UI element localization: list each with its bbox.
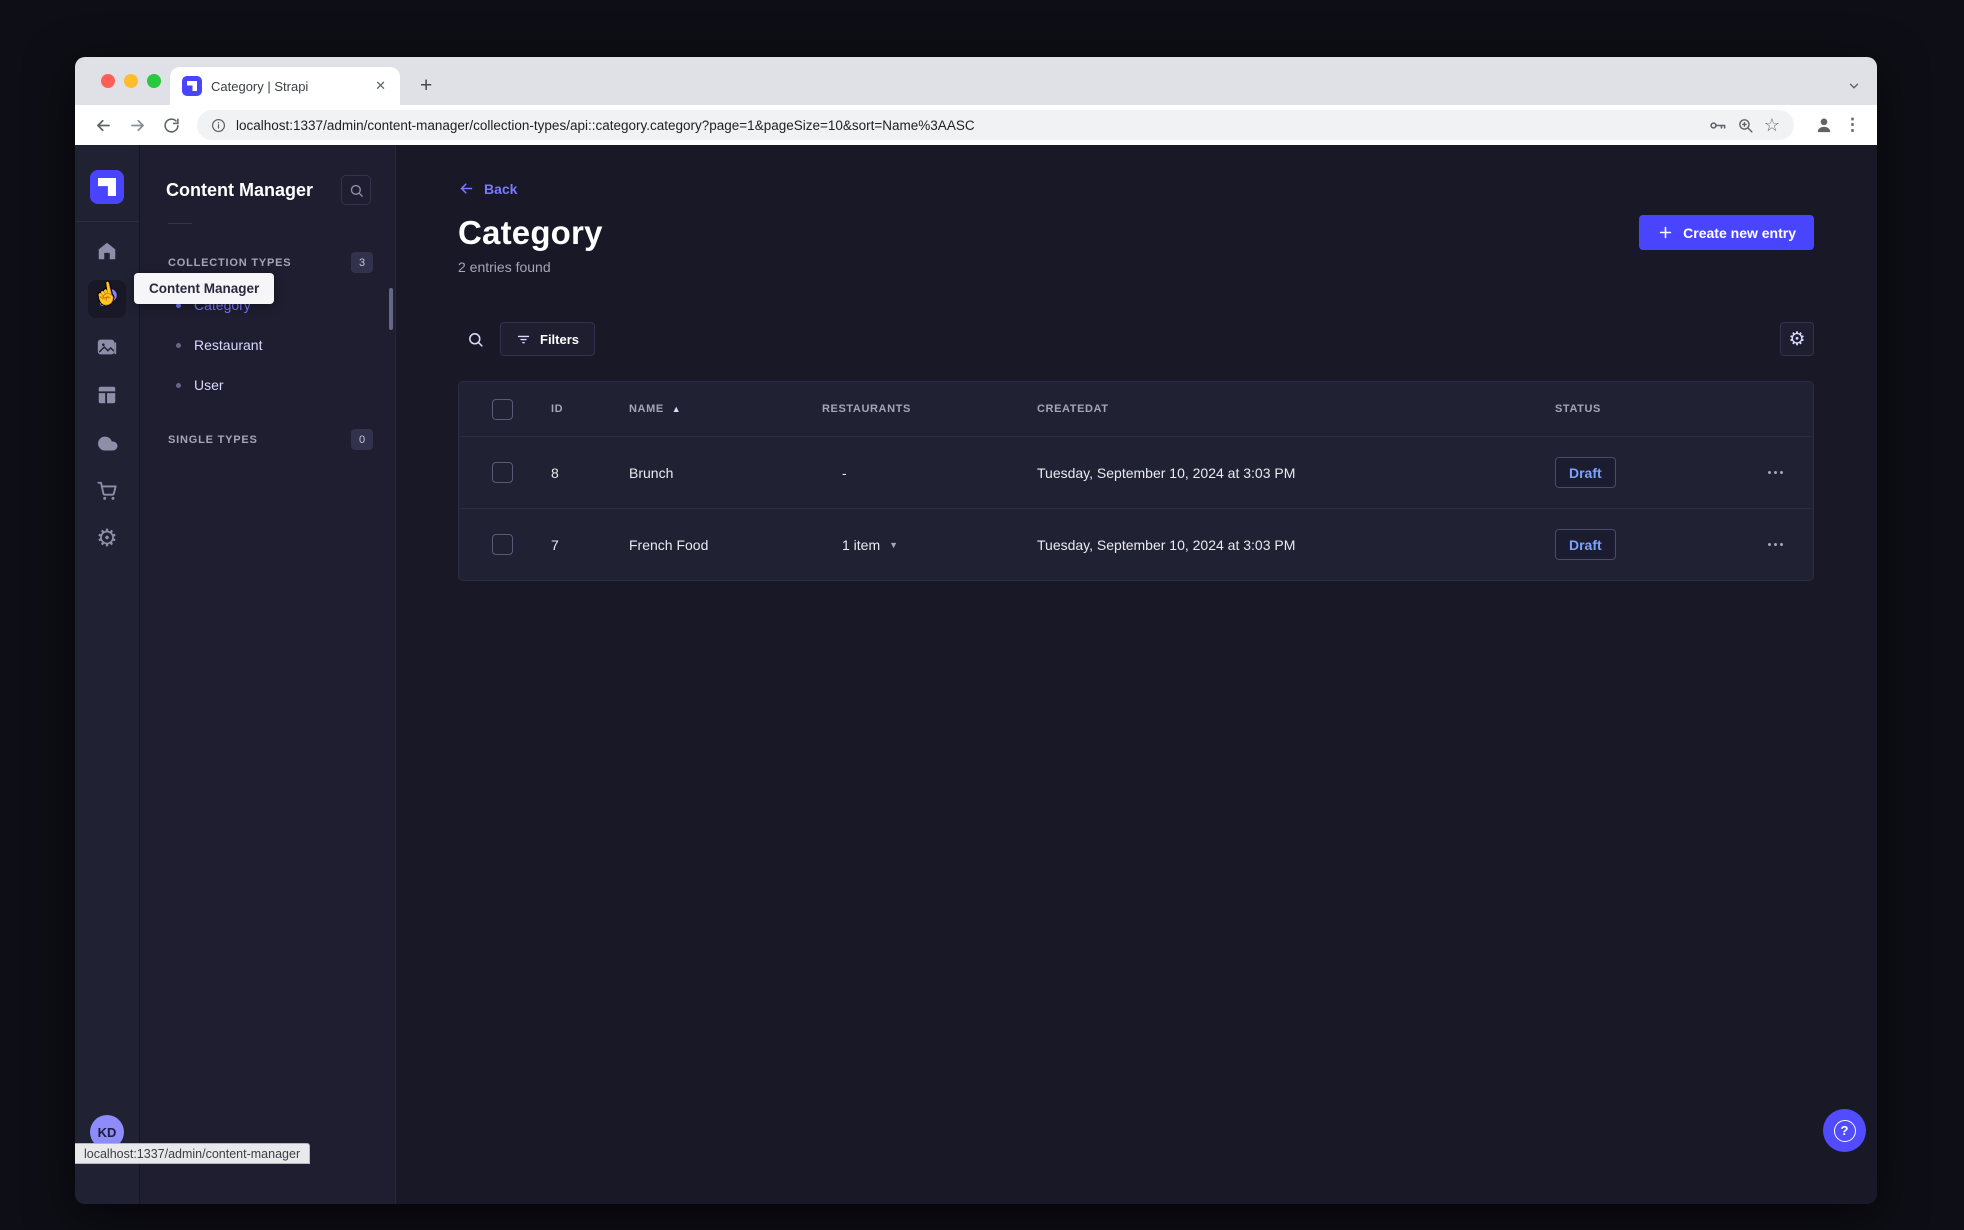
subnav-scrollbar[interactable] <box>389 288 393 330</box>
status-badge: Draft <box>1555 457 1616 488</box>
nav-home-icon[interactable] <box>88 232 126 270</box>
gear-icon: ⚙ <box>1788 328 1806 350</box>
row-checkbox[interactable] <box>492 462 513 483</box>
bullet-icon <box>176 382 181 388</box>
col-name[interactable]: NAME ▲ <box>629 403 822 415</box>
question-icon: ? <box>1833 1119 1856 1142</box>
filter-bar: Filters ⚙ <box>458 322 1814 356</box>
tab-title: Category | Strapi <box>211 78 309 94</box>
password-key-icon[interactable] <box>1708 116 1727 135</box>
table-row[interactable]: 7 French Food 1 item ▼ Tuesday, Septembe… <box>459 508 1813 580</box>
strapi-logo <box>90 170 124 204</box>
nav-marketplace-icon[interactable] <box>88 472 126 510</box>
browser-tab[interactable]: Category | Strapi ✕ <box>170 67 400 105</box>
bookmark-star-icon[interactable]: ☆ <box>1764 116 1780 134</box>
nav-settings-icon[interactable]: ⚙ <box>88 520 126 558</box>
nav-media-library-icon[interactable] <box>88 328 126 366</box>
back-label: Back <box>484 180 518 197</box>
zoom-magnifier-icon[interactable] <box>1737 117 1754 134</box>
strapi-admin: ⚙ KD Content Manager COLLECTION TYPES 3 … <box>75 145 1877 1204</box>
bullet-icon <box>176 342 181 348</box>
site-info-icon[interactable] <box>211 118 226 133</box>
back-link[interactable]: Back <box>458 180 517 197</box>
nav-cloud-icon[interactable] <box>88 424 126 462</box>
content-manager-tooltip: Content Manager <box>134 273 275 304</box>
window-zoom-button[interactable] <box>147 74 161 88</box>
traffic-lights <box>101 74 161 88</box>
tab-close-icon[interactable]: ✕ <box>371 76 390 96</box>
subnav-item-restaurant[interactable]: Restaurant <box>140 325 395 365</box>
url-text[interactable]: localhost:1337/admin/content-manager/col… <box>236 118 1698 133</box>
rail-divider <box>75 221 139 222</box>
row-actions-menu-icon[interactable] <box>1738 543 1813 546</box>
row-checkbox[interactable] <box>492 534 513 555</box>
table-search-icon[interactable] <box>458 322 492 356</box>
help-button[interactable]: ? <box>1823 1109 1866 1152</box>
col-status[interactable]: STATUS <box>1555 403 1738 415</box>
col-id[interactable]: ID <box>551 403 629 415</box>
collection-types-label: COLLECTION TYPES <box>168 256 292 269</box>
sort-ascending-icon: ▲ <box>671 404 682 414</box>
create-new-entry-button[interactable]: Create new entry <box>1639 215 1814 250</box>
col-createdat[interactable]: CREATEDAT <box>1037 403 1555 415</box>
link-status-bubble: localhost:1337/admin/content-manager <box>75 1143 311 1164</box>
strapi-favicon-icon <box>182 76 202 96</box>
single-types-label: SINGLE TYPES <box>168 433 258 446</box>
tab-strip: Category | Strapi ✕ + <box>75 57 1877 105</box>
table-header-row: ID NAME ▲ RESTAURANTS CREATEDAT STATUS <box>459 382 1813 436</box>
tab-search-chevron-icon[interactable] <box>1847 79 1861 93</box>
browser-window: Category | Strapi ✕ + localhost:1337/adm… <box>75 57 1877 1204</box>
browser-menu-icon[interactable]: ⋮ <box>1844 115 1861 135</box>
col-restaurants[interactable]: RESTAURANTS <box>822 403 1037 415</box>
forward-nav-icon[interactable] <box>123 111 151 139</box>
window-close-button[interactable] <box>101 74 115 88</box>
url-bar[interactable]: localhost:1337/admin/content-manager/col… <box>197 110 1794 140</box>
status-badge: Draft <box>1555 529 1616 560</box>
window-minimize-button[interactable] <box>124 74 138 88</box>
entries-count: 2 entries found <box>458 259 551 275</box>
row-actions-menu-icon[interactable] <box>1738 471 1813 474</box>
reload-icon[interactable] <box>157 111 185 139</box>
entries-table: ID NAME ▲ RESTAURANTS CREATEDAT STATUS 8… <box>458 381 1814 581</box>
nav-content-type-builder-icon[interactable] <box>88 376 126 414</box>
new-tab-button[interactable]: + <box>414 75 438 96</box>
cell-name: Brunch <box>629 464 674 481</box>
filters-button[interactable]: Filters <box>500 322 596 356</box>
profile-avatar-icon[interactable] <box>1814 115 1834 135</box>
browser-toolbar: localhost:1337/admin/content-manager/col… <box>75 105 1877 145</box>
main-content: Back Category 2 entries found Create new… <box>396 145 1877 1204</box>
view-settings-button[interactable]: ⚙ <box>1780 322 1814 356</box>
cell-restaurants[interactable]: 1 item ▼ <box>822 537 1037 553</box>
cell-id: 7 <box>551 536 559 553</box>
back-nav-icon[interactable] <box>89 111 117 139</box>
collection-types-count-badge: 3 <box>351 252 373 273</box>
subnav-title: Content Manager <box>166 179 314 200</box>
page-title: Category <box>458 214 603 251</box>
table-row[interactable]: 8 Brunch - Tuesday, September 10, 2024 a… <box>459 436 1813 508</box>
cell-name: French Food <box>629 536 709 553</box>
single-types-count-badge: 0 <box>351 429 373 450</box>
cell-restaurants: - <box>842 464 847 481</box>
cell-createdat: Tuesday, September 10, 2024 at 3:03 PM <box>1037 464 1296 481</box>
select-all-checkbox[interactable] <box>492 398 513 420</box>
subnav-item-user[interactable]: User <box>140 365 395 405</box>
expand-caret-icon: ▼ <box>889 539 899 550</box>
cell-createdat: Tuesday, September 10, 2024 at 3:03 PM <box>1037 536 1296 553</box>
subnav-search-button[interactable] <box>341 175 371 205</box>
cell-id: 8 <box>551 464 559 481</box>
